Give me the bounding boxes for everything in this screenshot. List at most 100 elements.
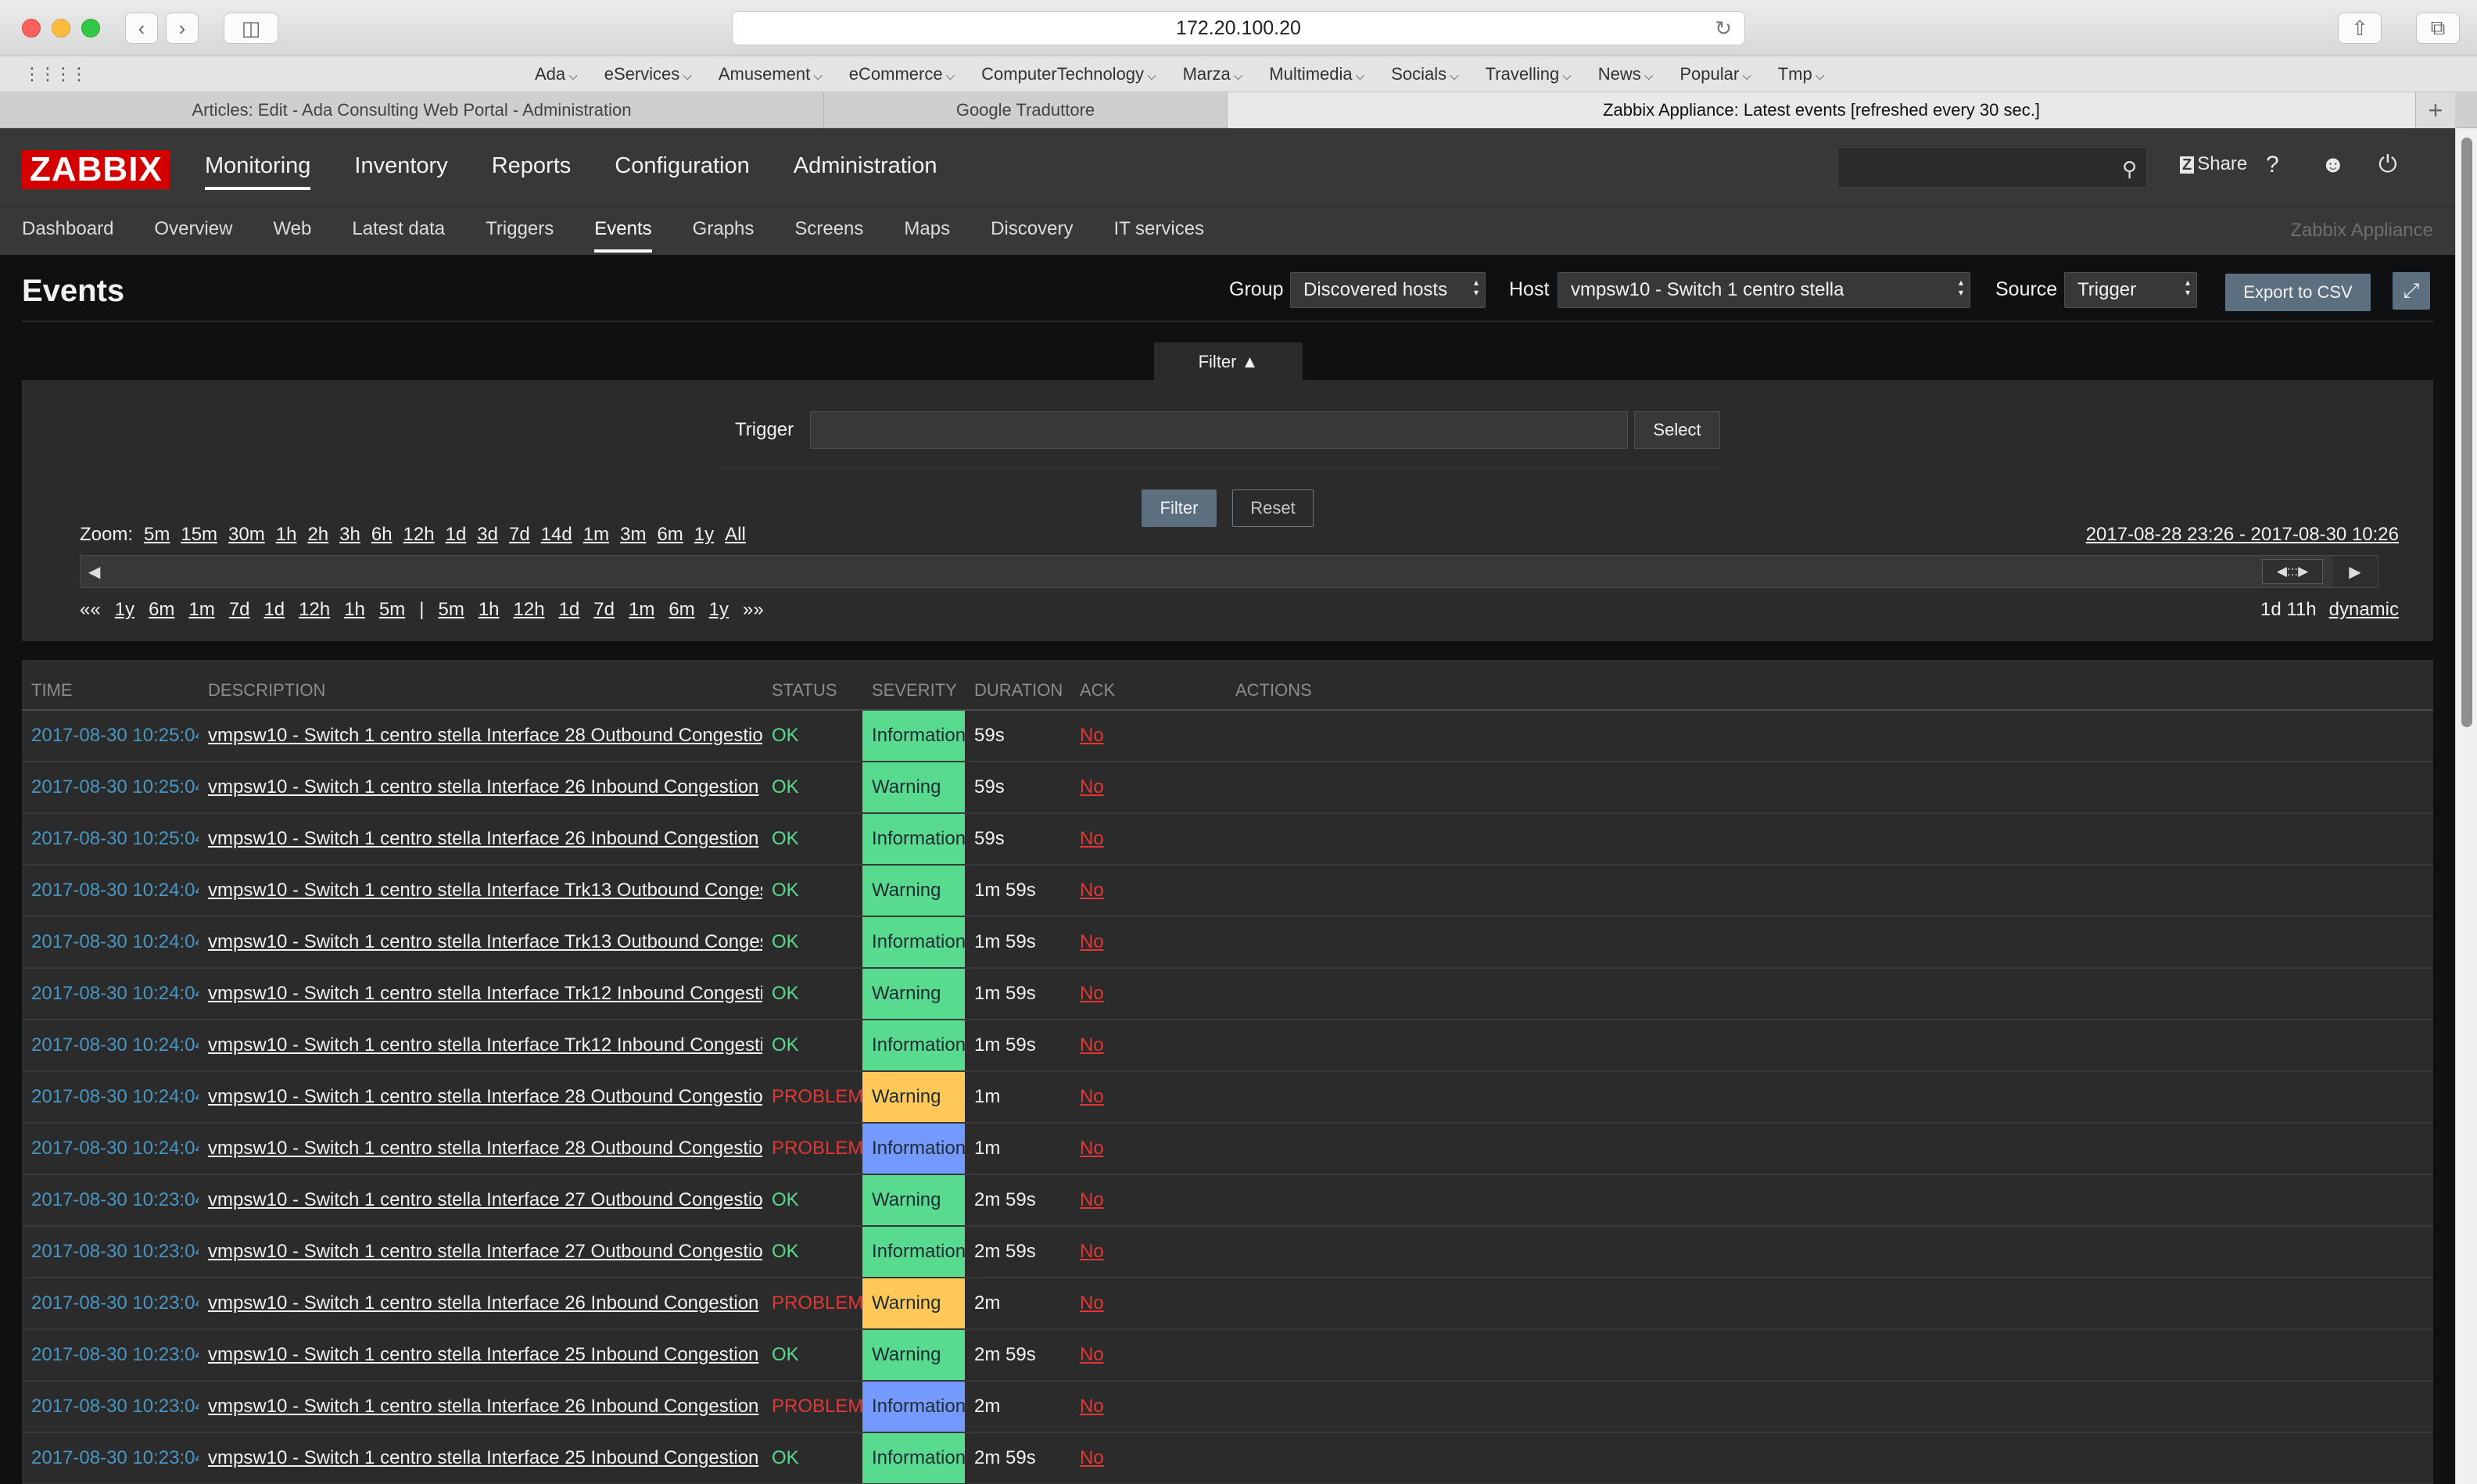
event-time-link[interactable]: 2017-08-30 10:23:04	[22, 1381, 199, 1433]
search-input[interactable]: ⚲	[1837, 147, 2147, 188]
zoom-all[interactable]: All	[725, 524, 746, 546]
column-header-duration[interactable]: DURATION	[965, 660, 1070, 711]
event-ack-link[interactable]: No	[1070, 1329, 1226, 1382]
back-12h[interactable]: 12h	[299, 599, 330, 621]
event-description-link[interactable]: vmpsw10 - Switch 1 centro stella Interfa…	[199, 1381, 762, 1433]
filter-toggle-tab[interactable]: Filter ▲	[1154, 342, 1303, 382]
menu-monitoring[interactable]: Monitoring	[205, 153, 311, 190]
event-description-link[interactable]: vmpsw10 - Switch 1 centro stella Interfa…	[199, 1278, 762, 1330]
event-ack-link[interactable]: No	[1070, 813, 1226, 866]
fullscreen-icon[interactable]: ⤢	[2393, 272, 2430, 310]
event-ack-link[interactable]: No	[1070, 1174, 1226, 1227]
bookmark-folder-ada[interactable]: Ada	[535, 64, 578, 84]
event-time-link[interactable]: 2017-08-30 10:24:04	[22, 1123, 199, 1175]
help-icon[interactable]: ?	[2266, 152, 2279, 178]
back-5m[interactable]: 5m	[379, 599, 405, 621]
back-1m[interactable]: 1m	[188, 599, 214, 621]
event-time-link[interactable]: 2017-08-30 10:25:04	[22, 762, 199, 814]
forward-1y[interactable]: 1y	[709, 599, 729, 621]
dynamic-toggle[interactable]: dynamic	[2329, 599, 2399, 620]
submenu-web[interactable]: Web	[273, 218, 311, 253]
forward-1d[interactable]: 1d	[559, 599, 580, 621]
event-description-link[interactable]: vmpsw10 - Switch 1 centro stella Interfa…	[199, 968, 762, 1020]
menu-inventory[interactable]: Inventory	[354, 153, 447, 190]
zoom-1h[interactable]: 1h	[276, 524, 297, 546]
event-description-link[interactable]: vmpsw10 - Switch 1 centro stella Interfa…	[199, 865, 762, 917]
zoom-1m[interactable]: 1m	[583, 524, 609, 546]
scroll-left-icon[interactable]: ◀	[88, 562, 100, 582]
menu-administration[interactable]: Administration	[794, 153, 937, 190]
page-scrollbar[interactable]	[2455, 128, 2477, 1484]
event-time-link[interactable]: 2017-08-30 10:23:04	[22, 1278, 199, 1330]
time-range[interactable]: 2017-08-28 23:26 - 2017-08-30 10:26	[2086, 524, 2399, 546]
browser-tab[interactable]: Articles: Edit - Ada Consulting Web Port…	[0, 92, 824, 128]
zoom-6m[interactable]: 6m	[657, 524, 683, 546]
export-csv-button[interactable]: Export to CSV	[2225, 274, 2371, 311]
event-description-link[interactable]: vmpsw10 - Switch 1 centro stella Interfa…	[199, 916, 762, 969]
back-7d[interactable]: 7d	[229, 599, 250, 621]
event-description-link[interactable]: vmpsw10 - Switch 1 centro stella Interfa…	[199, 710, 762, 762]
event-description-link[interactable]: vmpsw10 - Switch 1 centro stella Interfa…	[199, 762, 762, 814]
event-ack-link[interactable]: No	[1070, 762, 1226, 814]
zoom-3d[interactable]: 3d	[477, 524, 498, 546]
event-ack-link[interactable]: No	[1070, 1123, 1226, 1175]
forward-12h[interactable]: 12h	[514, 599, 545, 621]
submenu-events[interactable]: Events	[594, 218, 652, 253]
event-time-link[interactable]: 2017-08-30 10:25:04	[22, 710, 199, 762]
bookmark-folder-eservices[interactable]: eServices	[604, 64, 692, 84]
zoom-7d[interactable]: 7d	[509, 524, 530, 546]
timeline-scroll-handle[interactable]: ◀:::▶	[2262, 559, 2323, 584]
event-ack-link[interactable]: No	[1070, 710, 1226, 762]
event-ack-link[interactable]: No	[1070, 1432, 1226, 1484]
trigger-input[interactable]	[810, 411, 1628, 449]
back-1h[interactable]: 1h	[344, 599, 365, 621]
event-time-link[interactable]: 2017-08-30 10:24:04	[22, 1020, 199, 1072]
submenu-overview[interactable]: Overview	[154, 218, 232, 253]
event-time-link[interactable]: 2017-08-30 10:24:04	[22, 968, 199, 1020]
zoom-1d[interactable]: 1d	[446, 524, 467, 546]
submenu-it-services[interactable]: IT services	[1113, 218, 1204, 253]
back-1d[interactable]: 1d	[263, 599, 285, 621]
event-time-link[interactable]: 2017-08-30 10:23:04	[22, 1329, 199, 1382]
event-time-link[interactable]: 2017-08-30 10:24:04	[22, 865, 199, 917]
column-header-ack[interactable]: ACK	[1070, 660, 1226, 711]
reload-icon[interactable]: ↻	[1715, 16, 1732, 41]
address-bar[interactable]: 172.20.100.20 ↻	[732, 11, 1745, 45]
zoom-15m[interactable]: 15m	[181, 524, 217, 546]
event-time-link[interactable]: 2017-08-30 10:24:04	[22, 1071, 199, 1124]
column-header-status[interactable]: STATUS	[762, 660, 862, 711]
submenu-dashboard[interactable]: Dashboard	[22, 218, 113, 253]
zoom-6h[interactable]: 6h	[371, 524, 393, 546]
event-ack-link[interactable]: No	[1070, 1278, 1226, 1330]
event-ack-link[interactable]: No	[1070, 1381, 1226, 1433]
zoom-3m[interactable]: 3m	[620, 524, 646, 546]
forward-icon[interactable]: ›	[166, 13, 199, 44]
sidebar-toggle-icon[interactable]: ◫	[224, 13, 278, 44]
event-ack-link[interactable]: No	[1070, 968, 1226, 1020]
source-select[interactable]: Trigger	[2064, 272, 2197, 308]
tab-overview-icon[interactable]: ⧉	[2416, 13, 2460, 44]
bookmark-folder-news[interactable]: News	[1598, 64, 1654, 84]
minimize-window-button[interactable]	[52, 19, 70, 38]
zabbix-logo[interactable]: ZABBIX	[22, 150, 170, 189]
forward-5m[interactable]: 5m	[438, 599, 464, 621]
zoom-1y[interactable]: 1y	[694, 524, 714, 546]
zoom-window-button[interactable]	[81, 19, 100, 38]
event-description-link[interactable]: vmpsw10 - Switch 1 centro stella Interfa…	[199, 1226, 762, 1278]
page-scroll-thumb[interactable]	[2461, 138, 2472, 727]
bookmark-folder-computertechnology[interactable]: ComputerTechnology	[981, 64, 1156, 84]
event-description-link[interactable]: vmpsw10 - Switch 1 centro stella Interfa…	[199, 1071, 762, 1124]
submenu-screens[interactable]: Screens	[794, 218, 863, 253]
column-header-time[interactable]: TIME	[22, 660, 199, 711]
column-header-severity[interactable]: SEVERITY	[862, 660, 965, 711]
event-time-link[interactable]: 2017-08-30 10:23:04	[22, 1174, 199, 1227]
submenu-maps[interactable]: Maps	[904, 218, 950, 253]
trigger-select-button[interactable]: Select	[1634, 411, 1720, 449]
share-sheet-icon[interactable]: ⇧	[2338, 13, 2382, 44]
event-description-link[interactable]: vmpsw10 - Switch 1 centro stella Interfa…	[199, 813, 762, 866]
bookmark-folder-ecommerce[interactable]: eCommerce	[849, 64, 955, 84]
event-ack-link[interactable]: No	[1070, 865, 1226, 917]
forward-1m[interactable]: 1m	[629, 599, 654, 621]
apps-grid-icon[interactable]: ⋮⋮⋮⋮	[23, 64, 88, 84]
event-ack-link[interactable]: No	[1070, 1071, 1226, 1124]
